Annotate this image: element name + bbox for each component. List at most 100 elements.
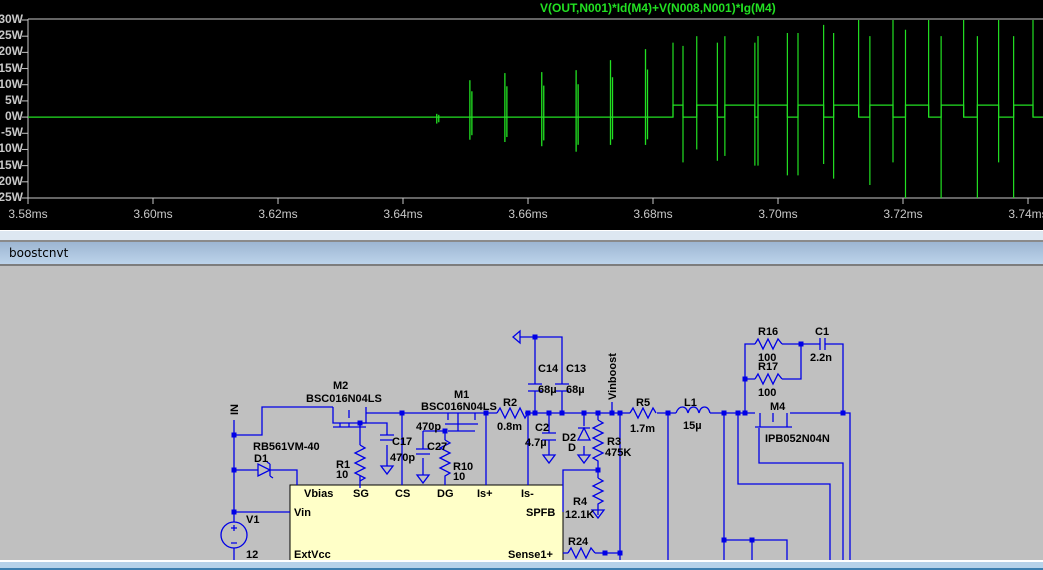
c13-value: 68µ [566,384,585,396]
r5-value: 1.7m [630,423,655,435]
m1-name: M1 [454,389,469,401]
pin-extvcc: ExtVcc [294,549,331,560]
r2-value: 0.8m [497,421,522,433]
l1-name: L1 [684,397,697,409]
junction-dot [581,410,587,416]
y-tick-label: 15W [0,60,23,75]
junction-dot [231,432,237,438]
v1-value: 12 [246,549,258,560]
y-tick-label: 0W [5,109,23,124]
m2-value: BSC016N04LS [306,393,382,405]
schematic-window-title: boostcnvt [9,246,69,260]
r1-value: 10 [336,469,348,481]
junction-dot [617,550,623,556]
schematic-canvas[interactable]: Vbias SG CS DG Is+ Is- Vin SPFB ExtVcc S… [0,266,1043,560]
resistor-r24 [567,546,596,560]
junction-dot [735,410,741,416]
r10-value: 10 [453,471,465,483]
d1-name: D1 [254,453,268,465]
junction-dot [532,410,538,416]
pin-vbias: Vbias [304,488,333,500]
c17-value: 470p [390,452,415,464]
x-tick-label: 3.72ms [883,207,923,221]
m1-extra: 470p [416,421,441,433]
c14-value: 68µ [538,384,557,396]
polarity-marks [231,525,237,544]
junction-dot [442,428,448,434]
pin-sg: SG [353,488,369,500]
waveform-plot[interactable] [0,0,1043,230]
schematic-title-bar[interactable]: boostcnvt [0,242,1043,266]
junction-dot [595,410,601,416]
r5-name: R5 [636,397,650,409]
trace-label[interactable]: V(OUT,N001)*Id(M4)+V(N008,N001)*Ig(M4) [540,1,776,15]
pin-sense1-plus: Sense1+ [508,549,553,560]
junction-dot [721,410,727,416]
ground-c27 [415,474,431,485]
junction-dot [749,537,755,543]
waveform-viewer[interactable]: V(OUT,N001)*Id(M4)+V(N008,N001)*Ig(M4) 3… [0,0,1043,230]
junction-dot [617,410,623,416]
x-tick-label: 3.68ms [633,207,673,221]
y-tick-label: -20W [0,173,23,188]
x-tick-label: 3.66ms [508,207,548,221]
mosfet-m4 [755,413,792,428]
x-tick-label: 3.60ms [133,207,173,221]
junction-dot [546,410,552,416]
x-tick-label: 3.64ms [383,207,423,221]
junction-dot [840,410,846,416]
c27-name: C27 [427,441,447,453]
c13-name: C13 [566,363,586,375]
l1-value: 15µ [683,420,702,432]
junction-dot [742,410,748,416]
junction-dot [798,341,804,347]
c1-value: 2.2n [810,352,832,364]
ground-c17 [379,465,395,476]
y-tick-label: -10W [0,141,23,156]
r3-value: 475K [605,447,631,459]
mosfet-m1 [445,413,478,425]
y-tick-label: 10W [0,76,23,91]
c1-name: C1 [815,326,829,338]
junction-dot [532,334,538,340]
x-tick-label: 3.70ms [758,207,798,221]
pin-vin: Vin [294,507,311,519]
trace-line [28,104,1043,118]
y-tick-label: 20W [0,44,23,59]
pin-is-minus: Is- [521,488,534,500]
diode-d2 [576,426,592,465]
horizontal-scrollbar[interactable] [0,560,1043,570]
d1-value: RB561VM-40 [253,441,320,453]
d2-value: D [568,442,576,454]
y-tick-label: -15W [0,157,23,172]
junction-dot [665,410,671,416]
x-tick-label: 3.58ms [8,207,48,221]
c2-name: C2 [535,422,549,434]
junction-dot [609,410,615,416]
junction-dot [231,467,237,473]
pin-cs: CS [395,488,410,500]
junction-dot [721,537,727,543]
x-tick-label: 3.74ms [1008,207,1043,221]
r4-value: 12.1K [565,509,594,521]
x-tick-label: 3.62ms [258,207,298,221]
y-tick-label: 30W [0,12,23,26]
pin-spfb: SPFB [526,507,555,519]
r17-name: R17 [758,361,778,373]
y-tick-label: -25W [0,190,23,204]
r24-name: R24 [568,536,589,548]
m4-name: M4 [770,401,786,413]
r17-value: 100 [758,387,776,399]
c17-name: C17 [392,436,412,448]
junction-dot [595,467,601,473]
pin-dg: DG [437,488,454,500]
m2-name: M2 [333,380,348,392]
pane-splitter[interactable] [0,230,1043,242]
c14-name: C14 [538,363,559,375]
y-tick-label: 25W [0,28,23,43]
net-label-vinboost: Vinboost [607,353,619,400]
net-label-in: IN [229,404,241,415]
v1-name: V1 [246,514,259,526]
y-tick-label: -5W [1,125,23,140]
ground-top [512,329,521,345]
